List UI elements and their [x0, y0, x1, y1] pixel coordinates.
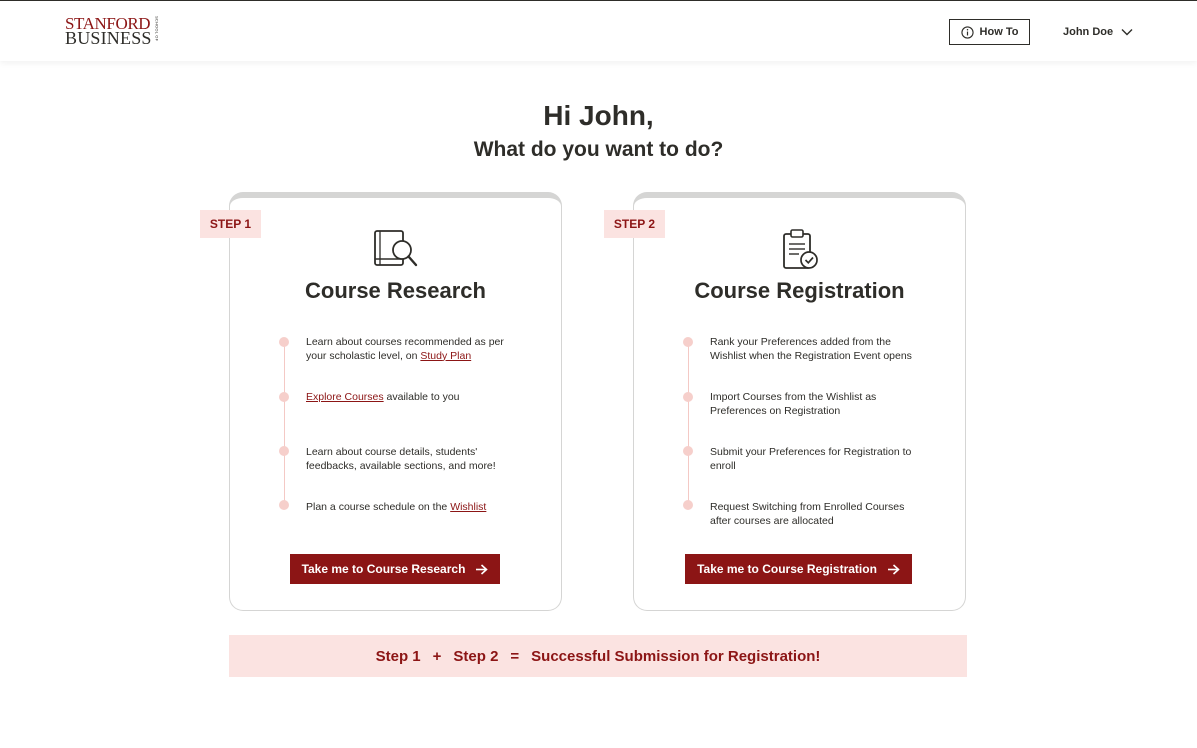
step-2-badge: STEP 2 — [604, 210, 665, 238]
logo-line-business: BUSINESS — [65, 28, 152, 48]
wishlist-link[interactable]: Wishlist — [450, 501, 486, 513]
list-item: Explore Courses available to you — [306, 391, 526, 405]
item-text: Learn about courses recommended as per y… — [306, 336, 504, 362]
list-item: Import Courses from the Wishlist as Pref… — [710, 391, 910, 418]
list-item: Plan a course schedule on the Wishlist — [306, 501, 526, 515]
course-registration-button[interactable]: Take me to Course Registration — [685, 554, 912, 584]
page-subtitle: What do you want to do? — [473, 138, 724, 161]
summary-result: Successful Submission for Registration! — [531, 647, 821, 665]
info-icon — [960, 25, 974, 39]
timeline-dot — [683, 337, 693, 347]
timeline-line — [284, 339, 285, 501]
summary-step-2: Step 2 — [453, 647, 499, 665]
clipboard-check-icon — [782, 229, 818, 269]
summary-step-1: Step 1 — [375, 647, 421, 665]
user-menu[interactable]: John Doe — [1063, 23, 1133, 41]
list-item: Learn about courses recommended as per y… — [306, 336, 526, 363]
item-text: Learn about course details, students' fe… — [306, 446, 496, 472]
timeline-dot — [279, 500, 289, 510]
list-item: Learn about course details, students' fe… — [306, 446, 526, 473]
chevron-down-icon — [1121, 29, 1133, 36]
card-title: Course Registration — [694, 278, 905, 303]
timeline-dot — [683, 392, 693, 402]
list-item: Request Switching from Enrolled Courses … — [710, 501, 925, 528]
book-search-icon — [373, 230, 417, 267]
list-item: Submit your Preferences for Registration… — [710, 446, 920, 473]
item-text: Submit your Preferences for Registration… — [710, 446, 912, 472]
timeline-line — [688, 339, 689, 501]
summary-banner: Step 1 + Step 2 = Successful Submission … — [229, 635, 967, 677]
timeline-dot — [683, 446, 693, 456]
step-1-badge: STEP 1 — [200, 210, 261, 238]
arrow-right-icon — [887, 563, 900, 575]
item-text: available to you — [383, 391, 460, 403]
how-to-button[interactable]: How To — [949, 19, 1030, 45]
stanford-gsb-logo[interactable]: STANFORD BUSINESS SCHOOL OF — [65, 15, 160, 48]
course-research-card: Course Research Learn about courses reco… — [229, 192, 562, 611]
button-label: Take me to Course Research — [301, 562, 466, 576]
user-name: John Doe — [1063, 26, 1114, 38]
top-nav-bar: STANFORD BUSINESS SCHOOL OF How To John … — [0, 0, 1197, 61]
page-title: Hi John, — [543, 100, 654, 131]
timeline-dot — [279, 392, 289, 402]
logo-wordmark: STANFORD BUSINESS — [65, 15, 152, 48]
summary-plus: + — [432, 647, 442, 665]
how-to-label: How To — [979, 26, 1019, 38]
list-item: Rank your Preferences added from the Wis… — [710, 336, 920, 363]
item-text: Plan a course schedule on the — [306, 501, 451, 513]
item-text: Request Switching from Enrolled Courses … — [710, 501, 905, 527]
course-research-button[interactable]: Take me to Course Research — [290, 554, 500, 584]
item-text: Import Courses from the Wishlist as Pref… — [710, 391, 877, 417]
summary-equals: = — [510, 647, 520, 665]
timeline-dot — [279, 337, 289, 347]
explore-courses-link[interactable]: Explore Courses — [306, 391, 384, 403]
card-title: Course Research — [305, 278, 486, 303]
logo-side-text: SCHOOL OF — [154, 16, 160, 42]
timeline-dot — [279, 446, 289, 456]
course-registration-card: Course Registration Rank your Preference… — [633, 192, 966, 611]
timeline-dot — [683, 500, 693, 510]
arrow-right-icon — [476, 563, 489, 575]
study-plan-link[interactable]: Study Plan — [420, 350, 471, 362]
button-label: Take me to Course Registration — [697, 562, 877, 576]
item-text: Rank your Preferences added from the Wis… — [710, 336, 912, 362]
